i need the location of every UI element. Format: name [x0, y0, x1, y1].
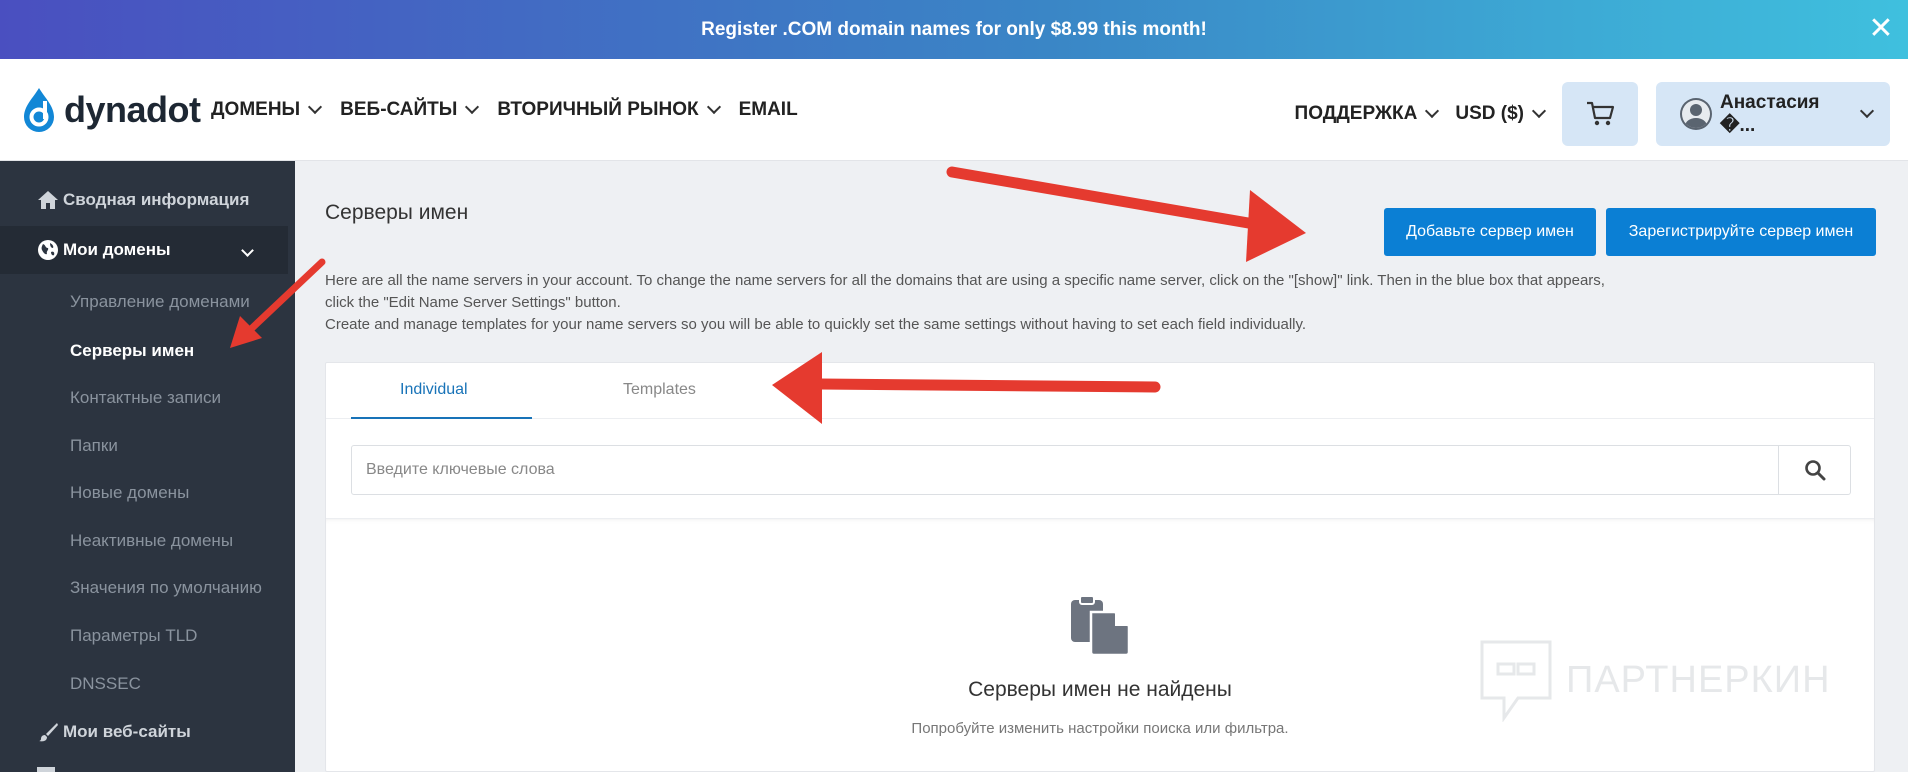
- chevron-down-icon: [241, 244, 254, 257]
- main-nav: ДОМЕНЫ ВЕБ-САЙТЫ ВТОРИЧНЫЙ РЫНОК EMAIL: [211, 59, 798, 161]
- promo-text[interactable]: Register .COM domain names for only $8.9…: [701, 19, 1207, 41]
- sidebar-sub-folders[interactable]: Папки: [0, 431, 288, 461]
- tab-individual[interactable]: Individual: [400, 381, 468, 399]
- sidebar-item-label: Серверы имен: [70, 341, 195, 360]
- close-icon[interactable]: ✕: [1866, 14, 1896, 44]
- page-title: Серверы имен: [325, 201, 469, 224]
- sidebar-item-label: Мои веб-сайты: [63, 722, 191, 741]
- sidebar-item-label: Контактные записи: [70, 388, 221, 407]
- sidebar-sub-name-servers[interactable]: Серверы имен: [0, 336, 288, 366]
- sidebar-sub-dnssec[interactable]: DNSSEC: [0, 669, 288, 699]
- chevron-down-icon: [1859, 103, 1875, 119]
- nav-aftermarket[interactable]: ВТОРИЧНЫЙ РЫНОК: [497, 99, 721, 121]
- chevron-down-icon: [706, 99, 721, 115]
- avatar: [1680, 98, 1712, 130]
- sidebar-sub-tld-settings[interactable]: Параметры TLD: [0, 621, 288, 651]
- nav-domains-label: ДОМЕНЫ: [211, 99, 301, 120]
- chevron-down-icon: [308, 99, 323, 115]
- arrow-to-add-button: [946, 166, 1306, 262]
- sidebar-item-label: Параметры TLD: [70, 626, 198, 645]
- logo-text: dynadot: [64, 89, 201, 130]
- logo-drop-icon: [24, 88, 54, 132]
- sidebar: Сводная информация Мои домены Управление…: [0, 161, 295, 772]
- search-icon: [1804, 460, 1825, 481]
- nav-support-label: ПОДДЕРЖКА: [1294, 103, 1418, 124]
- description-line-1: Here are all the name servers in your ac…: [325, 272, 1605, 311]
- sidebar-sub-manage-domains[interactable]: Управление доменами: [0, 287, 288, 317]
- sidebar-sub-defaults[interactable]: Значения по умолчанию: [0, 573, 288, 603]
- user-name: Анастасия �...: [1719, 91, 1820, 136]
- sidebar-sub-inactive-domains[interactable]: Неактивные домены: [0, 526, 288, 556]
- sidebar-item-label: Папки: [70, 436, 118, 455]
- currency-selector[interactable]: USD ($): [1455, 103, 1547, 125]
- nav-websites[interactable]: ВЕБ-САЙТЫ: [340, 99, 480, 121]
- register-name-server-button[interactable]: Зарегистрируйте сервер имен: [1606, 208, 1876, 256]
- sidebar-item-label: Неактивные домены: [70, 531, 234, 550]
- tab-templates[interactable]: Templates: [623, 381, 696, 399]
- sidebar-sub-contacts[interactable]: Контактные записи: [0, 383, 288, 413]
- nav-email[interactable]: EMAIL: [739, 99, 798, 121]
- cart-button[interactable]: [1562, 82, 1638, 146]
- chevron-down-icon: [1425, 103, 1440, 119]
- cart-icon: [1587, 101, 1615, 126]
- page-description: Here are all the name servers in your ac…: [325, 270, 1625, 336]
- sidebar-item-label: Новые домены: [70, 483, 190, 502]
- logo[interactable]: dynadot: [20, 85, 201, 135]
- watermark: ПАРТНЕРКИН: [1478, 638, 1858, 722]
- promo-banner: Register .COM domain names for only $8.9…: [0, 0, 1908, 59]
- search-button[interactable]: [1778, 446, 1850, 494]
- sidebar-item-my-domains[interactable]: Мои домены: [0, 226, 288, 274]
- sidebar-next-icon: [37, 767, 55, 772]
- clipboard-copy-icon: [1071, 595, 1131, 656]
- sidebar-item-label: Сводная информация: [63, 190, 250, 209]
- sidebar-item-summary[interactable]: Сводная информация: [0, 185, 288, 215]
- sidebar-item-my-websites[interactable]: Мои веб-сайты: [0, 717, 288, 747]
- brush-icon: [37, 721, 59, 743]
- chevron-down-icon: [465, 99, 480, 115]
- description-line-2: Create and manage templates for your nam…: [325, 316, 1307, 333]
- globe-icon: [37, 239, 59, 261]
- nav-support[interactable]: ПОДДЕРЖКА: [1294, 103, 1440, 125]
- search-box: [351, 445, 1851, 495]
- sidebar-item-label: Значения по умолчанию: [70, 578, 262, 597]
- search-input[interactable]: [352, 446, 1776, 494]
- tabs: Individual Templates: [326, 363, 1874, 419]
- chevron-down-icon: [1531, 103, 1547, 119]
- nav-email-label: EMAIL: [738, 99, 798, 120]
- sidebar-item-label: Управление доменами: [70, 292, 250, 311]
- sidebar-item-label: DNSSEC: [70, 674, 141, 693]
- user-menu-button[interactable]: Анастасия �...: [1656, 82, 1890, 146]
- sidebar-sub-new-domains[interactable]: Новые домены: [0, 478, 288, 508]
- top-header: dynadot ДОМЕНЫ ВЕБ-САЙТЫ ВТОРИЧНЫЙ РЫНОК…: [0, 59, 1908, 161]
- sidebar-item-label: Мои домены: [63, 240, 171, 259]
- currency-label: USD ($): [1455, 103, 1524, 124]
- nav-aftermarket-label: ВТОРИЧНЫЙ РЫНОК: [497, 99, 699, 120]
- nav-websites-label: ВЕБ-САЙТЫ: [340, 99, 458, 120]
- active-tab-indicator: [351, 417, 532, 419]
- watermark-logo-icon: [1480, 640, 1552, 722]
- nav-domains[interactable]: ДОМЕНЫ: [211, 99, 323, 121]
- header-right: ПОДДЕРЖКА USD ($) Анастасия �...: [1295, 82, 1890, 146]
- add-name-server-button[interactable]: Добавьте сервер имен: [1384, 208, 1596, 256]
- home-icon: [37, 189, 59, 211]
- watermark-text: ПАРТНЕРКИН: [1566, 658, 1831, 701]
- empty-state-subtitle: Попробуйте изменить настройки поиска или…: [911, 720, 1289, 737]
